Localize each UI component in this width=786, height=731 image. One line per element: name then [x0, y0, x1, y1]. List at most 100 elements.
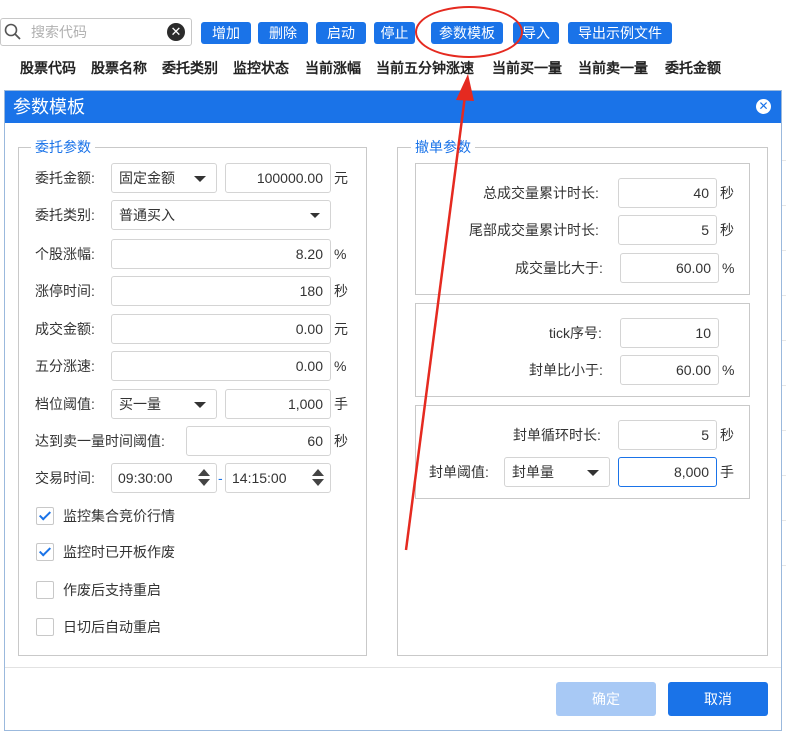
volume-ratio-input[interactable]: 60.00: [620, 253, 719, 283]
main-toolbar: ✕ 增加 删除 启动 停止 参数模板 导入 导出示例文件 股票代码 股票名称 委…: [0, 0, 786, 90]
limit-time-label: 涨停时间:: [35, 283, 95, 299]
param-template-dialog: 参数模板 ✕ 委托参数 委托金额: 固定金额 100000.00 元 委托类别:…: [4, 90, 782, 731]
five-min-speed-label: 五分涨速:: [35, 358, 95, 374]
checkbox-void-if-opened-label[interactable]: 监控时已开板作废: [63, 542, 175, 562]
add-button[interactable]: 增加: [201, 22, 251, 44]
col-header-order-type[interactable]: 委托类别: [162, 58, 218, 78]
turnover-unit: 元: [334, 321, 348, 337]
checkbox-auto-restart-daily[interactable]: [36, 618, 54, 636]
stock-rise-unit: %: [334, 246, 347, 262]
order-type-value: 普通买入: [119, 207, 175, 223]
seal-threshold-label: 封单阈值:: [429, 464, 489, 480]
col-header-current-rise[interactable]: 当前涨幅: [305, 58, 361, 78]
trade-time-separator: -: [218, 470, 223, 486]
checkbox-monitor-auction[interactable]: [36, 507, 54, 525]
total-volume-time-unit: 秒: [720, 185, 734, 201]
ask1-time-threshold-input[interactable]: 60: [186, 426, 331, 456]
trade-time-end-value: 14:15:00: [232, 470, 287, 486]
seal-threshold-input[interactable]: 8,000: [618, 457, 717, 487]
checkbox-monitor-auction-label[interactable]: 监控集合竞价行情: [63, 506, 175, 526]
chevron-down-icon: [194, 402, 206, 408]
limit-time-input[interactable]: 180: [111, 276, 331, 306]
cancel-params-legend: 撤单参数: [411, 139, 475, 155]
order-params-legend: 委托参数: [31, 139, 95, 155]
ask1-time-threshold-label: 达到卖一量时间阈值:: [35, 433, 165, 449]
col-header-order-amount[interactable]: 委托金额: [665, 58, 721, 78]
seal-ratio-label: 封单比小于:: [529, 362, 603, 378]
volume-ratio-label: 成交量比大于:: [515, 260, 603, 276]
tail-volume-time-input[interactable]: 5: [618, 215, 717, 245]
seal-threshold-unit: 手: [720, 464, 734, 480]
checkbox-restart-after-void-label[interactable]: 作废后支持重启: [63, 580, 161, 600]
order-amount-input[interactable]: 100000.00: [225, 163, 331, 193]
spinner-icon[interactable]: [198, 469, 210, 487]
checkbox-void-if-opened[interactable]: [36, 543, 54, 561]
seal-loop-time-label: 封单循环时长:: [513, 427, 601, 443]
order-amount-mode-value: 固定金额: [119, 170, 175, 186]
col-header-five-min-speed[interactable]: 当前五分钟涨速: [376, 58, 474, 78]
tail-volume-time-unit: 秒: [720, 222, 734, 238]
order-amount-unit: 元: [334, 170, 348, 186]
limit-time-unit: 秒: [334, 283, 348, 299]
search-input[interactable]: [29, 21, 159, 43]
level-threshold-mode-select[interactable]: 买一量: [111, 389, 217, 419]
dialog-title: 参数模板: [13, 97, 85, 117]
col-header-bid1-volume[interactable]: 当前买一量: [492, 58, 562, 78]
tail-volume-time-label: 尾部成交量累计时长:: [469, 222, 599, 238]
checkmark-icon: [38, 544, 52, 557]
export-sample-button[interactable]: 导出示例文件: [568, 22, 672, 44]
checkbox-auto-restart-daily-label[interactable]: 日切后自动重启: [63, 617, 161, 637]
chevron-down-icon: [310, 213, 320, 218]
turnover-label: 成交金额:: [35, 321, 95, 337]
col-header-monitor-status[interactable]: 监控状态: [233, 58, 289, 78]
tick-index-label: tick序号:: [549, 325, 602, 341]
seal-threshold-mode-select[interactable]: 封单量: [504, 457, 610, 487]
stop-button[interactable]: 停止: [374, 22, 415, 44]
total-volume-time-input[interactable]: 40: [618, 178, 717, 208]
stock-rise-label: 个股涨幅:: [35, 246, 95, 262]
trade-time-start-input[interactable]: 09:30:00: [111, 463, 217, 493]
confirm-button[interactable]: 确定: [556, 682, 656, 716]
col-header-stock-code[interactable]: 股票代码: [20, 58, 76, 78]
tick-index-input[interactable]: 10: [620, 318, 719, 348]
order-amount-mode-select[interactable]: 固定金额: [111, 163, 217, 193]
level-threshold-unit: 手: [334, 396, 348, 412]
turnover-input[interactable]: 0.00: [111, 314, 331, 344]
annotation-circle: [415, 6, 523, 58]
seal-ratio-unit: %: [722, 362, 735, 378]
delete-button[interactable]: 删除: [258, 22, 308, 44]
footer-divider: [5, 667, 781, 668]
level-threshold-mode-value: 买一量: [119, 396, 161, 412]
seal-threshold-mode-value: 封单量: [512, 464, 554, 480]
volume-ratio-unit: %: [722, 260, 735, 276]
close-icon[interactable]: ✕: [756, 99, 771, 114]
total-volume-time-label: 总成交量累计时长:: [483, 185, 599, 201]
five-min-speed-input[interactable]: 0.00: [111, 351, 331, 381]
checkbox-restart-after-void[interactable]: [36, 581, 54, 599]
level-threshold-label: 档位阈值:: [35, 396, 95, 412]
clear-search-icon[interactable]: ✕: [167, 23, 185, 41]
col-header-ask1-volume[interactable]: 当前卖一量: [578, 58, 648, 78]
seal-loop-time-input[interactable]: 5: [618, 420, 717, 450]
dialog-title-bar: 参数模板 ✕: [5, 91, 781, 123]
search-box: ✕: [0, 18, 192, 46]
col-header-stock-name[interactable]: 股票名称: [91, 58, 147, 78]
seal-ratio-input[interactable]: 60.00: [620, 355, 719, 385]
start-button[interactable]: 启动: [316, 22, 366, 44]
spinner-icon[interactable]: [312, 469, 324, 487]
level-threshold-input[interactable]: 1,000: [225, 389, 331, 419]
stock-rise-input[interactable]: 8.20: [111, 239, 331, 269]
checkmark-icon: [38, 508, 52, 521]
trade-time-end-input[interactable]: 14:15:00: [225, 463, 331, 493]
cancel-button[interactable]: 取消: [668, 682, 768, 716]
five-min-speed-unit: %: [334, 358, 347, 374]
order-type-select[interactable]: 普通买入: [111, 200, 331, 230]
chevron-down-icon: [587, 470, 599, 476]
ask1-time-threshold-unit: 秒: [334, 433, 348, 449]
search-icon: [4, 23, 21, 40]
trade-time-label: 交易时间:: [35, 470, 95, 486]
order-type-label: 委托类别:: [35, 207, 95, 223]
order-amount-label: 委托金额:: [35, 170, 95, 186]
chevron-down-icon: [194, 176, 206, 182]
seal-loop-time-unit: 秒: [720, 427, 734, 443]
